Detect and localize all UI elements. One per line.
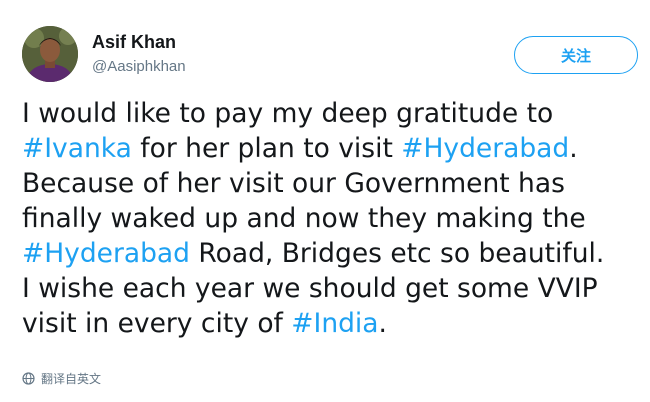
tweet-text: I would like to pay my deep gratitude to…	[22, 96, 642, 341]
avatar[interactable]	[22, 26, 78, 82]
hashtag-link[interactable]: #Ivanka	[22, 133, 132, 164]
tweet-line: #Hyderabad Road, Bridges etc so beautifu…	[22, 236, 642, 271]
tweet-text-segment: finally waked up and now they making the	[22, 203, 586, 234]
user-handle[interactable]: @Aasiphkhan	[92, 58, 186, 75]
tweet-text-segment: Because of her visit our Government has	[22, 168, 565, 199]
hashtag-link[interactable]: #India	[291, 308, 378, 339]
tweet-text-segment: visit in every city of	[22, 308, 292, 339]
tweet-text-segment: Road, Bridges etc so beautiful.	[189, 238, 605, 269]
tweet-line: #Ivanka for her plan to visit #Hyderabad…	[22, 131, 642, 166]
tweet-line: visit in every city of #India.	[22, 306, 642, 341]
tweet-text-segment: I would like to pay my deep gratitude to	[22, 98, 554, 129]
tweet-line: Because of her visit our Government has	[22, 166, 642, 201]
tweet-card: Asif Khan @Aasiphkhan 关注 I would like to…	[0, 0, 650, 402]
follow-button[interactable]: 关注	[514, 36, 638, 74]
tweet-text-segment: .	[569, 133, 578, 164]
tweet-line: I would like to pay my deep gratitude to	[22, 96, 642, 131]
translate-link[interactable]: 翻译自英文	[22, 370, 101, 387]
hashtag-link[interactable]: #Hyderabad	[22, 238, 190, 269]
tweet-line: I wishe each year we should get some VVI…	[22, 271, 642, 306]
translate-label: 翻译自英文	[41, 372, 102, 386]
tweet-text-segment: .	[378, 308, 387, 339]
tweet-text-segment: I wishe each year we should get some VVI…	[22, 273, 598, 304]
user-name[interactable]: Asif Khan	[92, 32, 176, 53]
tweet-text-segment: for her plan to visit	[131, 133, 402, 164]
avatar-photo	[22, 26, 78, 82]
globe-icon	[22, 372, 35, 385]
hashtag-link[interactable]: #Hyderabad	[401, 133, 569, 164]
tweet-line: finally waked up and now they making the	[22, 201, 642, 236]
